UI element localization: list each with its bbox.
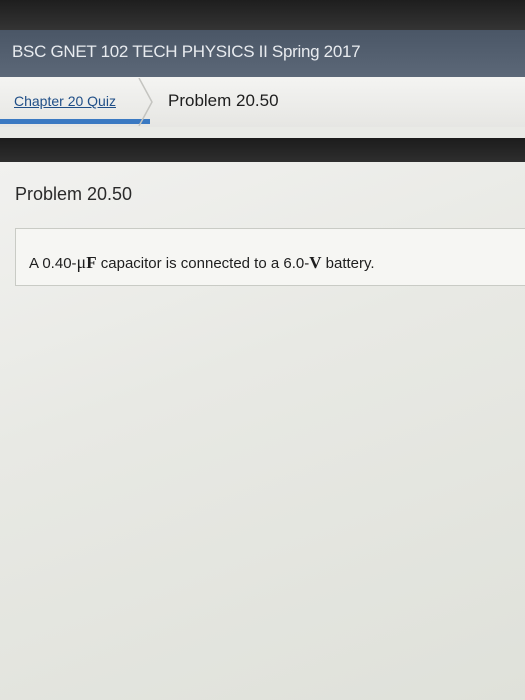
top-dark-bar [0,0,525,30]
problem-text-prefix: A 0.40- [29,255,77,272]
problem-text-middle: capacitor is connected to a 6.0- [96,255,310,272]
breadcrumb-separator-icon [138,78,153,126]
problem-text-suffix: battery. [321,255,375,272]
problem-statement: A 0.40-μF capacitor is connected to a 6.… [29,252,375,273]
breadcrumb-active-indicator [0,119,150,124]
breadcrumb-current: Problem 20.50 [168,91,279,110]
math-mu: μ [76,252,87,272]
math-unit-farad: F [86,253,97,272]
course-title: BSC GNET 102 TECH PHYSICS II Spring 2017 [12,42,361,61]
math-unit-volt: V [309,253,322,272]
problem-heading: Problem 20.50 [15,184,133,204]
section-divider-bar [0,138,525,162]
breadcrumb-link-chapter-quiz[interactable]: Chapter 20 Quiz [14,93,116,109]
